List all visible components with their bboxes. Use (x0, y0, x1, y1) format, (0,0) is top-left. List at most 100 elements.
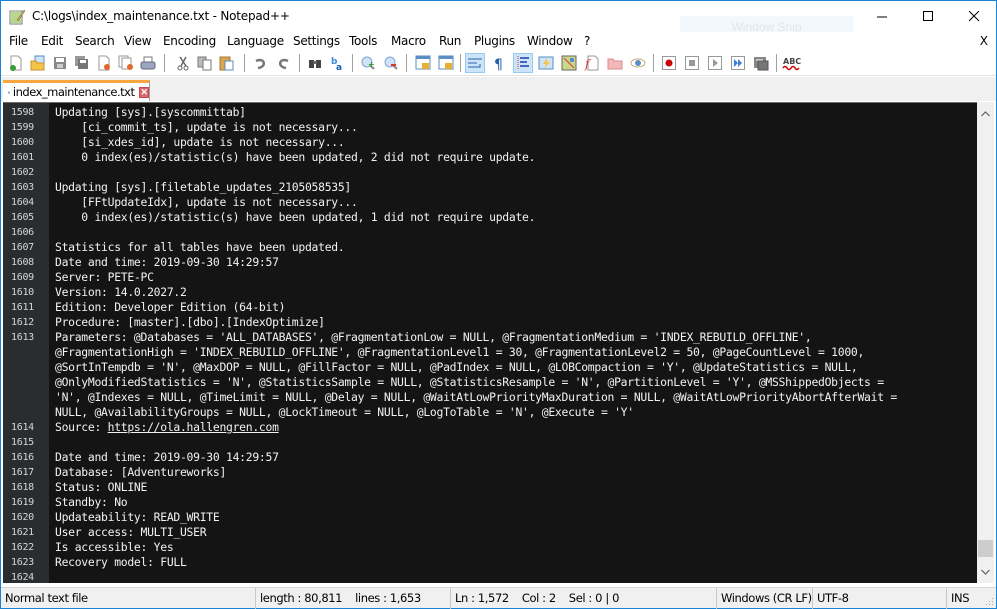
menu-file[interactable]: File (9, 34, 28, 48)
new-file-button[interactable] (6, 53, 26, 73)
title-bar[interactable]: C:\logs\index_maintenance.txt - Notepad+… (1, 1, 997, 38)
find-button[interactable] (305, 53, 325, 73)
cut-button[interactable] (173, 53, 193, 73)
function-list-button[interactable]: f (582, 53, 602, 73)
editor-line[interactable]: 1605 0 index(es)/statistic(s) have been … (3, 210, 973, 225)
folder-as-workspace-button[interactable] (605, 53, 625, 73)
editor-line[interactable]: 1615 (3, 435, 973, 450)
open-file-button[interactable] (28, 53, 48, 73)
source-link[interactable]: https://ola.hallengren.com (108, 420, 279, 434)
vertical-scrollbar[interactable] (977, 102, 994, 583)
undo-button[interactable] (251, 53, 271, 73)
close-file-button[interactable] (94, 53, 114, 73)
menu-window[interactable]: Window (527, 34, 573, 48)
editor-line[interactable]: 1616 Date and time: 2019-09-30 14:29:57 (3, 450, 973, 465)
redo-button[interactable] (273, 53, 293, 73)
editor-line[interactable]: 1600 [si_xdes_id], update is not necessa… (3, 135, 973, 150)
menu-run[interactable]: Run (439, 34, 461, 48)
editor-line[interactable]: 1606 (3, 225, 973, 240)
resize-grip-icon[interactable] (984, 596, 994, 606)
text-editor[interactable]: 1598 Updating [sys].[syscommittab] 1599 [c… (3, 102, 977, 583)
save-all-button[interactable] (72, 53, 92, 73)
line-text: Date and time: 2019-09-30 14:29:57 (55, 450, 279, 465)
tab-close-button[interactable]: ✕ (139, 86, 149, 98)
save-macro-button[interactable] (751, 53, 771, 73)
print-button[interactable] (138, 53, 158, 73)
close-all-button[interactable] (116, 53, 136, 73)
editor-line[interactable]: 1612 Procedure: [master].[dbo].[IndexOpti… (3, 315, 973, 330)
editor-line[interactable]: 1607 Statistics for all tables have been … (3, 240, 973, 255)
editor-line[interactable]: 1617 Database: [Adventureworks] (3, 465, 973, 480)
editor-line[interactable]: 1613 Parameters: @Databases = 'ALL_DATABA… (3, 330, 973, 345)
editor-line[interactable]: 1618 Status: ONLINE (3, 480, 973, 495)
line-text: [ci_commit_ts], update is not necessary.… (55, 120, 358, 135)
indent-guide-button[interactable] (513, 53, 533, 73)
sync-horizontal-button[interactable] (436, 53, 456, 73)
editor-line[interactable]: 1624 (3, 570, 973, 583)
menu-edit[interactable]: Edit (41, 34, 63, 48)
line-text: Date and time: 2019-09-30 14:29:57 (55, 255, 279, 270)
user-language-button[interactable] (536, 53, 556, 73)
maximize-button[interactable] (905, 1, 951, 32)
menu-search[interactable]: Search (75, 34, 115, 48)
editor-line[interactable]: 1620 Updateability: READ_WRITE (3, 510, 973, 525)
status-insert-mode[interactable]: INS (946, 588, 982, 609)
close-document-button[interactable]: X (980, 34, 988, 48)
monitoring-button[interactable] (628, 53, 648, 73)
editor-line[interactable]: 1611 Edition: Developer Edition (64-bit) (3, 300, 973, 315)
editor-line[interactable]: 1603 Updating [sys].[filetable_updates_21… (3, 180, 973, 195)
line-text: Server: PETE-PC (55, 270, 154, 285)
line-text: @FragmentationHigh = 'INDEX_REBUILD_OFFL… (55, 345, 864, 360)
editor-line[interactable]: 1602 (3, 165, 973, 180)
playback-macro-button[interactable] (705, 53, 725, 73)
record-macro-button[interactable] (659, 53, 679, 73)
scrollbar-thumb[interactable] (978, 540, 993, 557)
editor-line[interactable]: @SortInTempdb = 'N', @MaxDOP = NULL, @Fi… (3, 360, 973, 375)
zoom-out-button[interactable] (381, 53, 401, 73)
editor-line[interactable]: 1604 [FFtUpdateIdx], update is not neces… (3, 195, 973, 210)
editor-line[interactable]: 1599 [ci_commit_ts], update is not neces… (3, 120, 973, 135)
sync-vertical-button[interactable] (413, 53, 433, 73)
editor-line[interactable]: 1623 Recovery model: FULL (3, 555, 973, 570)
menu-language[interactable]: Language (227, 34, 284, 48)
tab-index-maintenance[interactable]: index_maintenance.txt ✕ (3, 80, 150, 101)
copy-button[interactable] (195, 53, 215, 73)
status-length-lines: length : 80,811 lines : 1,653 (255, 588, 450, 609)
editor-line[interactable]: 1601 0 index(es)/statistic(s) have been … (3, 150, 973, 165)
menu-help[interactable]: ? (584, 34, 590, 48)
menu-view[interactable]: View (124, 34, 152, 48)
word-wrap-button[interactable] (465, 53, 485, 73)
menu-plugins[interactable]: Plugins (474, 34, 515, 48)
menu-tools[interactable]: Tools (349, 34, 377, 48)
menu-encoding[interactable]: Encoding (163, 34, 216, 48)
status-eol-format[interactable]: Windows (CR LF) (716, 588, 812, 609)
spell-check-button[interactable]: ABC (782, 53, 802, 73)
document-map-button[interactable] (559, 53, 579, 73)
editor-line[interactable]: 1609 Server: PETE-PC (3, 270, 973, 285)
close-window-button[interactable] (951, 1, 997, 32)
menu-macro[interactable]: Macro (391, 34, 426, 48)
save-button[interactable] (50, 53, 70, 73)
menu-settings[interactable]: Settings (293, 34, 340, 48)
show-all-characters-button[interactable]: ¶ (489, 53, 509, 73)
editor-line[interactable]: 1598 Updating [sys].[syscommittab] (3, 105, 973, 120)
zoom-in-button[interactable]: + (358, 53, 378, 73)
editor-line[interactable]: @OnlyModifiedStatistics = 'N', @Statisti… (3, 375, 973, 390)
replace-button[interactable]: ba (328, 53, 348, 73)
editor-line[interactable]: 1610 Version: 14.0.2027.2 (3, 285, 973, 300)
line-content: Procedure: [master].[dbo].[IndexOptimize… (55, 315, 325, 329)
stop-recording-button[interactable] (682, 53, 702, 73)
paste-button[interactable] (217, 53, 237, 73)
minimize-button[interactable] (859, 1, 905, 32)
scroll-down-button[interactable] (977, 563, 994, 580)
editor-line[interactable]: 1622 Is accessible: Yes (3, 540, 973, 555)
editor-line[interactable]: 1608 Date and time: 2019-09-30 14:29:57 (3, 255, 973, 270)
editor-line[interactable]: 1621 User access: MULTI_USER (3, 525, 973, 540)
editor-line[interactable]: NULL, @AvailabilityGroups = NULL, @LockT… (3, 405, 973, 420)
scroll-up-button[interactable] (977, 105, 994, 122)
editor-line[interactable]: 1619 Standby: No (3, 495, 973, 510)
run-macro-multiple-button[interactable] (728, 53, 748, 73)
editor-line[interactable]: 1614 Source: https://ola.hallengren.com (3, 420, 973, 435)
editor-line[interactable]: 'N', @Indexes = NULL, @TimeLimit = NULL,… (3, 390, 973, 405)
editor-line[interactable]: @FragmentationHigh = 'INDEX_REBUILD_OFFL… (3, 345, 973, 360)
